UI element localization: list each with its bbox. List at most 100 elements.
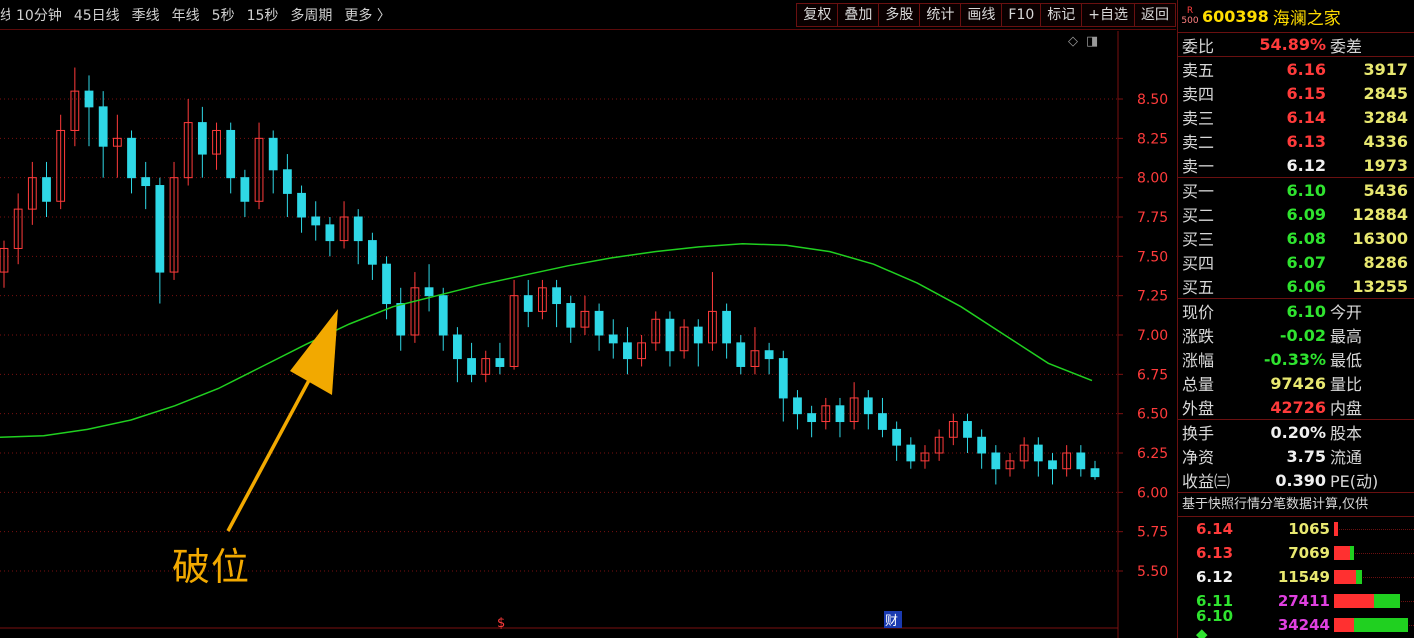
buy-label: 买二: [1182, 206, 1215, 225]
quote-label2: 内盘: [1330, 399, 1363, 418]
sell-value: 6.14: [1286, 107, 1326, 127]
sell-label: 卖四: [1182, 85, 1215, 104]
y-tick-label: 8.25: [1137, 131, 1168, 147]
candle-body: [141, 177, 151, 187]
buy-volume: 12884: [1352, 204, 1408, 224]
quote-row: 外盘 42726 内盘: [1178, 395, 1414, 419]
toolbar-button[interactable]: 多股: [878, 3, 921, 27]
tick-volume-bar: [1334, 594, 1414, 608]
candle-body: [793, 397, 802, 415]
toolbar-button[interactable]: 标记: [1040, 3, 1083, 27]
info-value: 0.390: [1275, 470, 1326, 490]
candle-body: [197, 122, 207, 155]
quote-row: 现价 6.10 今开: [1178, 299, 1414, 323]
quote-label2: 最高: [1330, 327, 1363, 346]
candle-body: [991, 452, 1001, 470]
buy-label: 买四: [1182, 254, 1215, 273]
sell-row: 卖五 6.16 3917: [1178, 57, 1414, 81]
toolbar-button[interactable]: 统计: [919, 3, 962, 27]
buy-row: 买一 6.10 5436: [1178, 178, 1414, 202]
quote-stats: 现价 6.10 今开 涨跌 -0.02 最高 涨幅 -0.33% 最低 总量 97426 量比 外盘 42…: [1178, 299, 1414, 420]
period-tabs: 线 10分钟 45日线 季线 年线 5秒 15秒 多周期 更多 〉: [0, 0, 397, 30]
toolbar-button[interactable]: F10: [1001, 3, 1042, 27]
finance-marker[interactable]: 财: [885, 614, 898, 629]
tick-trade-row: 6.10 ◆ 34244: [1178, 607, 1414, 638]
toolbar-button[interactable]: 返回: [1134, 3, 1176, 27]
sell-row: 卖一 6.12 1973: [1178, 153, 1414, 177]
candle-body: [127, 137, 136, 179]
info-row: 换手 0.20% 股本: [1178, 420, 1414, 444]
info-label2: 股本: [1330, 424, 1363, 443]
y-tick-label: 5.75: [1137, 525, 1168, 541]
tick-volume: 1065: [1288, 520, 1330, 538]
candle-body: [1048, 460, 1057, 470]
period-tab[interactable]: 10分钟: [10, 5, 68, 25]
period-tab[interactable]: 年线: [166, 5, 206, 25]
sell-row: 卖四 6.15 2845: [1178, 81, 1414, 105]
buy-value: 6.07: [1286, 252, 1326, 272]
tick-price: 6.13: [1196, 544, 1234, 562]
candle-body: [453, 334, 462, 360]
info-label2: 流通: [1330, 448, 1363, 467]
candle-body: [268, 137, 278, 171]
diamond-icon[interactable]: ◇: [1068, 34, 1078, 49]
info-value: 0.20%: [1270, 422, 1326, 442]
quote-row: 涨跌 -0.02 最高: [1178, 323, 1414, 347]
quote-value: 6.10: [1286, 301, 1326, 321]
buy-volume: 16300: [1352, 228, 1408, 248]
info-label: 收益㈢: [1182, 472, 1231, 491]
dividend-marker[interactable]: $: [497, 616, 505, 631]
candle-body: [736, 342, 746, 367]
weicha-label: 委差: [1330, 36, 1363, 56]
period-tab[interactable]: 15秒: [241, 5, 285, 25]
candle-body: [778, 358, 788, 399]
kline-chart[interactable]: 8.50 8.25 8.00 7.75 7.50 7.25 7.00 6.75 6.50 6.25…: [0, 31, 1176, 638]
y-tick-label: 6.00: [1137, 485, 1168, 501]
tick-price: 6.12: [1196, 568, 1234, 586]
tick-note: 基于快照行情分笔数据计算,仅供: [1178, 493, 1414, 517]
candle-body: [977, 436, 987, 454]
info-row: 净资 3.75 流通: [1178, 444, 1414, 468]
period-tab[interactable]: 更多 〉: [338, 5, 396, 25]
y-tick-label: 6.75: [1137, 367, 1168, 383]
candle-body: [282, 169, 292, 194]
candle-body: [311, 216, 321, 226]
period-tab[interactable]: 多周期: [284, 5, 338, 25]
toolbar-button[interactable]: +自选: [1081, 3, 1135, 27]
stock-name: 海澜之家: [1272, 8, 1341, 29]
sell-volume: 3917: [1363, 59, 1408, 79]
sell-volume: 2845: [1363, 83, 1408, 103]
chart-toolbar: 线 10分钟 45日线 季线 年线 5秒 15秒 多周期 更多 〉 复权 叠加 多股 统计 画线 F10 标…: [0, 0, 1176, 30]
buy-value: 6.09: [1286, 204, 1326, 224]
period-tab[interactable]: 45日线: [68, 5, 126, 25]
toolbar-button[interactable]: 画线: [960, 3, 1003, 27]
period-tab[interactable]: 季线: [126, 5, 166, 25]
buy-volume: 5436: [1363, 180, 1408, 200]
candle-body: [693, 326, 703, 344]
candle-body: [240, 177, 250, 202]
y-tick-label: 7.50: [1137, 249, 1168, 265]
period-tab[interactable]: 线: [0, 5, 10, 25]
candle-body: [594, 310, 604, 336]
candle-body: [963, 421, 972, 438]
period-tab[interactable]: 5秒: [206, 5, 241, 25]
toolbar-button[interactable]: 叠加: [837, 3, 880, 27]
candle-body: [608, 334, 618, 344]
candle-body: [155, 185, 165, 273]
toolbar-button[interactable]: 复权: [796, 3, 839, 27]
candle-body: [1090, 468, 1100, 478]
tick-trade-row: 6.12 11549: [1178, 565, 1414, 589]
tick-volume: 34244: [1277, 616, 1330, 634]
annotation-text: 破位: [172, 545, 251, 589]
quote-value: -0.02: [1279, 325, 1326, 345]
sell-label: 卖三: [1182, 109, 1215, 128]
panel-toggle-icon[interactable]: ◨: [1086, 34, 1098, 49]
candle-body: [438, 295, 448, 336]
buy-row: 买二 6.09 12884: [1178, 202, 1414, 226]
info-label: 净资: [1182, 448, 1215, 467]
sell-orders: 卖五 6.16 3917 卖四 6.15 2845 卖三 6.14 3284 卖二 6.13 4336…: [1178, 57, 1414, 178]
sell-row: 卖二 6.13 4336: [1178, 129, 1414, 153]
tick-trades: 6.14 1065 6.13 7069 6.12 11549 6.11 27411 6.10 ◆…: [1178, 517, 1414, 638]
tick-trade-row: 6.13 7069: [1178, 541, 1414, 565]
ma-line: [0, 242, 1093, 439]
